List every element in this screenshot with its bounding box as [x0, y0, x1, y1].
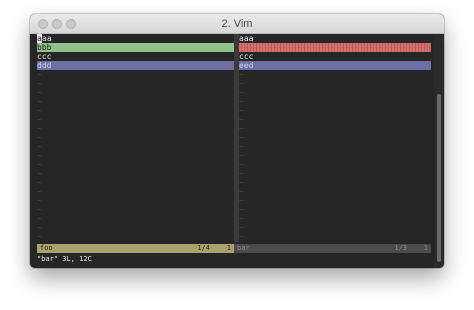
tilde-line: ~ [37, 151, 42, 160]
tilde-line: ~ [239, 124, 244, 133]
tilde-line: ~ [239, 169, 244, 178]
tilde-line: ~ [37, 115, 42, 124]
tilde-line: ~ [37, 88, 42, 97]
command-line: "bar" 3L, 12C [37, 255, 92, 263]
deleted-filler-line: ----------------------------------------… [239, 43, 431, 52]
tilde-line: ~ [37, 178, 42, 187]
window-title: 2. Vim [221, 18, 253, 30]
tilde-line: ~ [239, 88, 244, 97]
status-column: 1 [226, 244, 231, 252]
tilde-line: ~ [239, 187, 244, 196]
tilde-line: ~ [239, 79, 244, 88]
terminal-area[interactable]: aaa bbb ccc ddd ~ ~ ~ ~ ~ ~ ~ ~ ~ ~ ~ ~ ~ ~ ~ ~ ~ ~ ~ aaa … [30, 34, 444, 268]
tilde-line: ~ [239, 115, 244, 124]
tilde-line: ~ [37, 205, 42, 214]
buffer-line: ccc [37, 52, 52, 61]
scrollbar[interactable] [434, 34, 444, 268]
scrollbar-thumb[interactable] [437, 94, 441, 262]
tilde-filler: ~ ~ ~ ~ ~ ~ ~ ~ ~ ~ ~ ~ ~ ~ ~ ~ ~ ~ ~ [37, 70, 234, 241]
tilde-line: ~ [239, 151, 244, 160]
tilde-line: ~ [37, 133, 42, 142]
tilde-line: ~ [37, 214, 42, 223]
tilde-line: ~ [239, 106, 244, 115]
status-line-foo: foo 1/4 1 [37, 244, 234, 253]
tilde-line: ~ [239, 70, 244, 79]
tilde-line: ~ [239, 232, 244, 241]
changed-line: ddd [37, 61, 234, 70]
tilde-line: ~ [37, 79, 42, 88]
tilde-line: ~ [239, 196, 244, 205]
tilde-line: ~ [239, 133, 244, 142]
added-line: bbb [37, 43, 234, 52]
right-diff-pane[interactable]: aaa ------------------------------------… [239, 34, 431, 242]
tilde-line: ~ [37, 223, 42, 232]
tilde-line: ~ [37, 169, 42, 178]
status-filename: foo [40, 244, 53, 252]
tilde-line: ~ [37, 97, 42, 106]
line-text-rest: aa [42, 34, 52, 43]
tilde-line: ~ [37, 124, 42, 133]
status-line-bar: bar 1/3 1 [234, 244, 431, 253]
buffer-line: ccc [239, 52, 254, 61]
tilde-line: ~ [239, 160, 244, 169]
changed-line: eed [239, 61, 431, 70]
tilde-line: ~ [37, 232, 42, 241]
status-column: 1 [423, 244, 428, 252]
status-filename: bar [237, 244, 250, 252]
tilde-line: ~ [37, 196, 42, 205]
tilde-line: ~ [239, 97, 244, 106]
status-position: 1/3 [394, 244, 407, 252]
tilde-line: ~ [239, 214, 244, 223]
tilde-line: ~ [37, 142, 42, 151]
tilde-line: ~ [239, 178, 244, 187]
tilde-line: ~ [37, 187, 42, 196]
buffer-line: aaa [239, 34, 254, 43]
buffer-line: aaa [37, 34, 234, 43]
terminal-window: 2. Vim aaa bbb ccc ddd ~ ~ ~ ~ ~ ~ ~ ~ ~ ~ ~ ~ ~ ~ ~ ~ ~… [30, 14, 444, 268]
tilde-line: ~ [239, 142, 244, 151]
left-diff-pane[interactable]: aaa bbb ccc ddd ~ ~ ~ ~ ~ ~ ~ ~ ~ ~ ~ ~ ~ ~ ~ ~ ~ ~ ~ [37, 34, 234, 242]
title-bar: 2. Vim [30, 14, 444, 34]
tilde-line: ~ [239, 223, 244, 232]
tilde-line: ~ [239, 205, 244, 214]
status-position: 1/4 [197, 244, 210, 252]
tilde-line: ~ [37, 106, 42, 115]
tilde-line: ~ [37, 70, 42, 79]
tilde-filler: ~ ~ ~ ~ ~ ~ ~ ~ ~ ~ ~ ~ ~ ~ ~ ~ ~ ~ ~ [239, 70, 431, 241]
tilde-line: ~ [37, 160, 42, 169]
